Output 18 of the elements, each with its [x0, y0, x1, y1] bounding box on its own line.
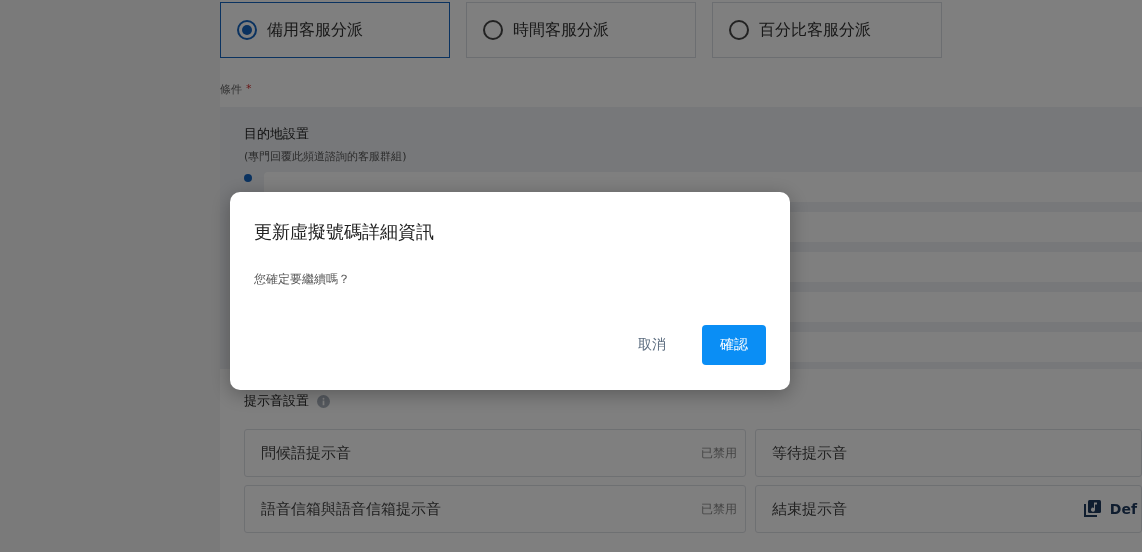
- dialog-title: 更新虛擬號碼詳細資訊: [254, 220, 435, 244]
- sound-field[interactable]: 結束提示音 Def: [755, 485, 1142, 533]
- info-icon[interactable]: [317, 394, 330, 408]
- radio-option[interactable]: 百分比客服分派: [712, 2, 942, 58]
- bullet-icon: [244, 174, 252, 182]
- section-title: 目的地設置: [244, 125, 310, 143]
- section-subtitle: (專門回覆此頻道諮詢的客服群組): [244, 149, 408, 164]
- radio-option[interactable]: 備用客服分派: [220, 2, 450, 58]
- required-asterisk: *: [246, 82, 252, 97]
- dialog-message: 您確定要繼續嗎？: [254, 271, 351, 288]
- field-label: 條件: [220, 82, 242, 97]
- cancel-button[interactable]: 取消: [622, 325, 682, 365]
- radio-option[interactable]: 時間客服分派: [466, 2, 696, 58]
- file-name: Def: [1109, 501, 1137, 517]
- sound-field[interactable]: 等待提示音: [755, 429, 1142, 477]
- confirm-button[interactable]: 確認: [702, 325, 766, 365]
- section-title: 提示音設置: [244, 392, 309, 410]
- music-file-icon: [1081, 499, 1102, 519]
